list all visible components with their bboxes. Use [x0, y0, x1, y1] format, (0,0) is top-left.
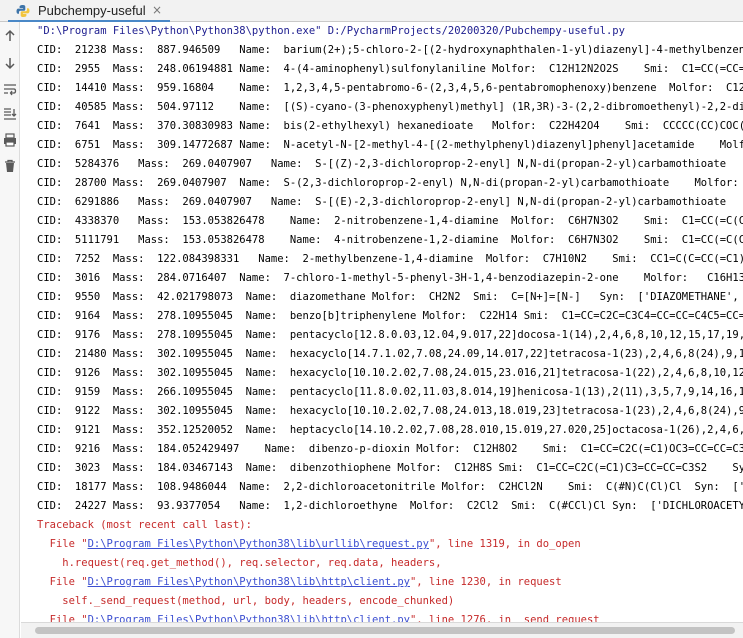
- traceback-code-line: self._send_request(method, url, body, he…: [37, 595, 455, 607]
- up-arrow-icon[interactable]: [2, 28, 18, 44]
- traceback-file-line: File "D:\Program Files\Python\Python38\l…: [37, 611, 600, 622]
- output-line: CID: 5284376 Mass: 269.0407907 Name: S-[…: [37, 158, 743, 170]
- output-line: CID: 6291886 Mass: 269.0407907 Name: S-[…: [37, 196, 743, 208]
- source-file-link[interactable]: D:\Program Files\Python\Python38\lib\htt…: [88, 576, 410, 588]
- output-line: CID: 9176 Mass: 278.10955045 Name: penta…: [37, 329, 743, 341]
- output-line: CID: 14410 Mass: 959.16804 Name: 1,2,3,4…: [37, 82, 743, 94]
- output-line: CID: 18177 Mass: 108.9486044 Name: 2,2-d…: [37, 481, 743, 493]
- print-icon[interactable]: [2, 132, 18, 148]
- output-line: CID: 40585 Mass: 504.97112 Name: [(S)-cy…: [37, 101, 743, 113]
- console-toolbar: [0, 22, 20, 638]
- run-tool-window-header: Pubchempy-useful ×: [0, 0, 743, 22]
- output-line: CID: 3016 Mass: 284.0716407 Name: 7-chlo…: [37, 272, 743, 284]
- output-line: CID: 4338370 Mass: 153.053826478 Name: 2…: [37, 215, 743, 227]
- horizontal-scrollbar[interactable]: [21, 622, 743, 638]
- output-line: CID: 7641 Mass: 370.30830983 Name: bis(2…: [37, 120, 743, 132]
- output-line: CID: 9159 Mass: 266.10955045 Name: penta…: [37, 386, 743, 398]
- output-line: CID: 9122 Mass: 302.10955045 Name: hexac…: [37, 405, 743, 417]
- output-line: CID: 28700 Mass: 269.0407907 Name: S-(2,…: [37, 177, 743, 189]
- source-file-link[interactable]: D:\Program Files\Python\Python38\lib\url…: [88, 538, 429, 550]
- output-line: CID: 6751 Mass: 309.14772687 Name: N-ace…: [37, 139, 743, 151]
- output-line: CID: 21238 Mass: 887.946509 Name: barium…: [37, 44, 743, 56]
- traceback-file-line: File "D:\Program Files\Python\Python38\l…: [37, 573, 562, 592]
- scrollbar-thumb[interactable]: [35, 627, 735, 634]
- close-tab-icon[interactable]: ×: [152, 3, 162, 17]
- traceback-header: Traceback (most recent call last):: [37, 519, 252, 531]
- output-line: CID: 21480 Mass: 302.10955045 Name: hexa…: [37, 348, 743, 360]
- output-line: CID: 9164 Mass: 278.10955045 Name: benzo…: [37, 310, 743, 322]
- output-line: CID: 9216 Mass: 184.052429497 Name: dibe…: [37, 443, 743, 455]
- traceback-location: ", line 1276, in _send_request: [409, 614, 600, 622]
- run-command-line: "D:\Program Files\Python\Python38\python…: [37, 25, 625, 37]
- traceback-file-line: File "D:\Program Files\Python\Python38\l…: [37, 535, 581, 554]
- traceback-location: ", line 1230, in request: [409, 576, 562, 588]
- traceback-prefix: File ": [37, 614, 88, 622]
- output-line: CID: 24227 Mass: 93.9377054 Name: 1,2-di…: [37, 500, 743, 512]
- trash-icon[interactable]: [2, 158, 18, 174]
- output-line: CID: 5111791 Mass: 153.053826478 Name: 4…: [37, 234, 743, 246]
- scroll-to-end-icon[interactable]: [2, 106, 18, 122]
- output-line: CID: 9126 Mass: 302.10955045 Name: hexac…: [37, 367, 743, 379]
- output-line: CID: 9121 Mass: 352.12520052 Name: hepta…: [37, 424, 743, 436]
- output-line: CID: 7252 Mass: 122.084398331 Name: 2-me…: [37, 253, 743, 265]
- console-output[interactable]: "D:\Program Files\Python\Python38\python…: [21, 22, 743, 622]
- output-line: CID: 2955 Mass: 248.06194881 Name: 4-(4-…: [37, 63, 743, 75]
- python-logo-icon: [16, 5, 30, 17]
- tab-title[interactable]: Pubchempy-useful: [38, 3, 146, 18]
- traceback-prefix: File ": [37, 576, 88, 588]
- traceback-prefix: File ": [37, 538, 88, 550]
- output-line: CID: 3023 Mass: 184.03467143 Name: diben…: [37, 462, 743, 474]
- traceback-code-line: h.request(req.get_method(), req.selector…: [37, 557, 442, 569]
- soft-wrap-icon[interactable]: [2, 81, 18, 97]
- output-line: CID: 9550 Mass: 42.021798073 Name: diazo…: [37, 291, 743, 303]
- down-arrow-icon[interactable]: [2, 55, 18, 71]
- source-file-link[interactable]: D:\Program Files\Python\Python38\lib\htt…: [88, 614, 410, 622]
- traceback-location: ", line 1319, in do_open: [428, 538, 581, 550]
